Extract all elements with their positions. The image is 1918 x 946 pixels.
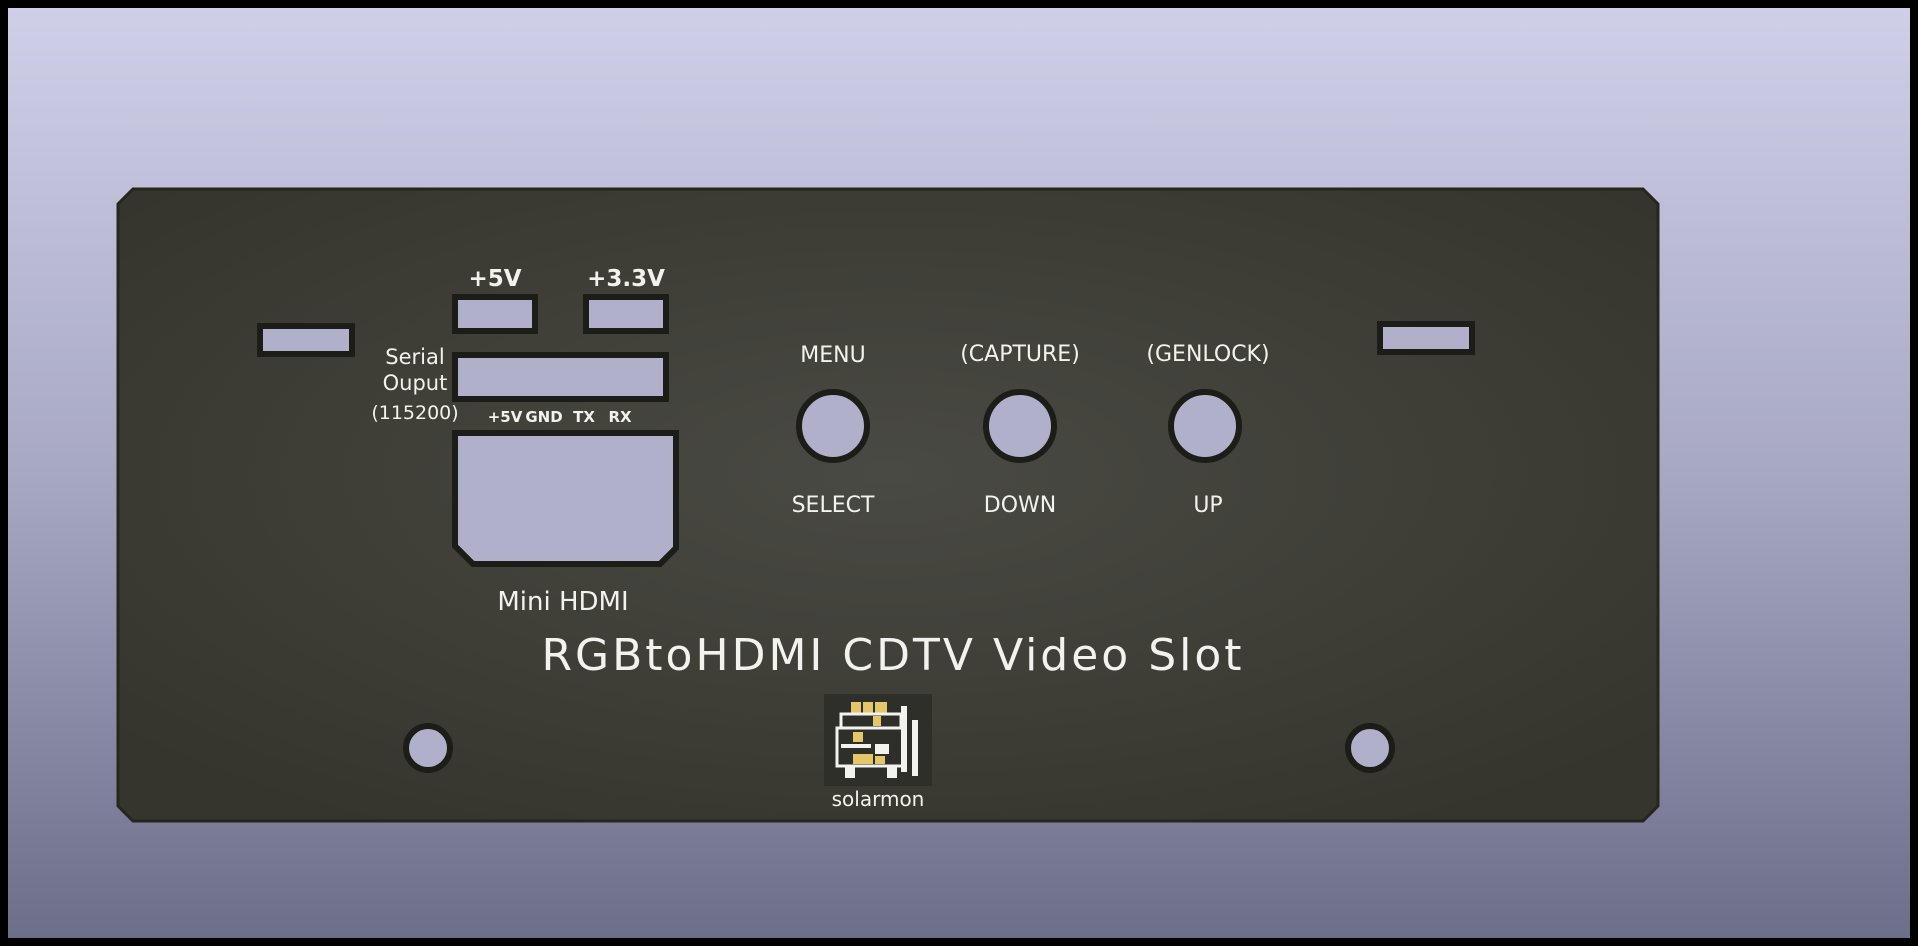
mini-hdmi-label: Mini HDMI [497, 587, 628, 617]
serial-pin-gnd: GND [525, 408, 562, 426]
button3-bottom-label: UP [1193, 493, 1222, 518]
serial-header-cutout [452, 352, 669, 402]
serial-pin-rx: RX [608, 408, 632, 426]
left-slot-cutout [257, 323, 355, 357]
left-mounting-hole [403, 723, 453, 773]
3d-viewer-canvas[interactable]: +5V +3.3V Serial Ouput (115200) +5V GND … [8, 8, 1910, 938]
button1-top-label: MENU [800, 343, 865, 368]
pcb-panel-render: +5V +3.3V Serial Ouput (115200) +5V GND … [116, 187, 1660, 823]
plus3v3-label: +3.3V [587, 266, 665, 292]
up-button-hole [1168, 389, 1242, 463]
3v3-header-cutout [583, 294, 669, 334]
down-button-hole [983, 389, 1057, 463]
pixel-art-character-icon [824, 694, 932, 786]
serial-label-line2: Ouput [383, 371, 448, 395]
serial-label-line1: Serial [385, 345, 444, 369]
right-mounting-hole [1345, 723, 1395, 773]
button1-bottom-label: SELECT [792, 493, 875, 518]
mini-hdmi-cutout [452, 430, 679, 567]
button2-bottom-label: DOWN [984, 493, 1056, 518]
serial-pin-tx: TX [573, 408, 595, 426]
button3-top-label: (GENLOCK) [1146, 342, 1269, 367]
serial-baud-label: (115200) [371, 402, 458, 424]
right-slot-cutout [1377, 321, 1475, 355]
button2-top-label: (CAPTURE) [960, 342, 1080, 367]
solarmon-label: solarmon [832, 787, 925, 811]
select-button-hole [796, 389, 870, 463]
serial-pin-5v: +5V [488, 408, 523, 426]
5v-header-cutout [452, 294, 538, 334]
plus5v-label: +5V [468, 266, 521, 292]
panel-title: RGBtoHDMI CDTV Video Slot [541, 630, 1244, 681]
